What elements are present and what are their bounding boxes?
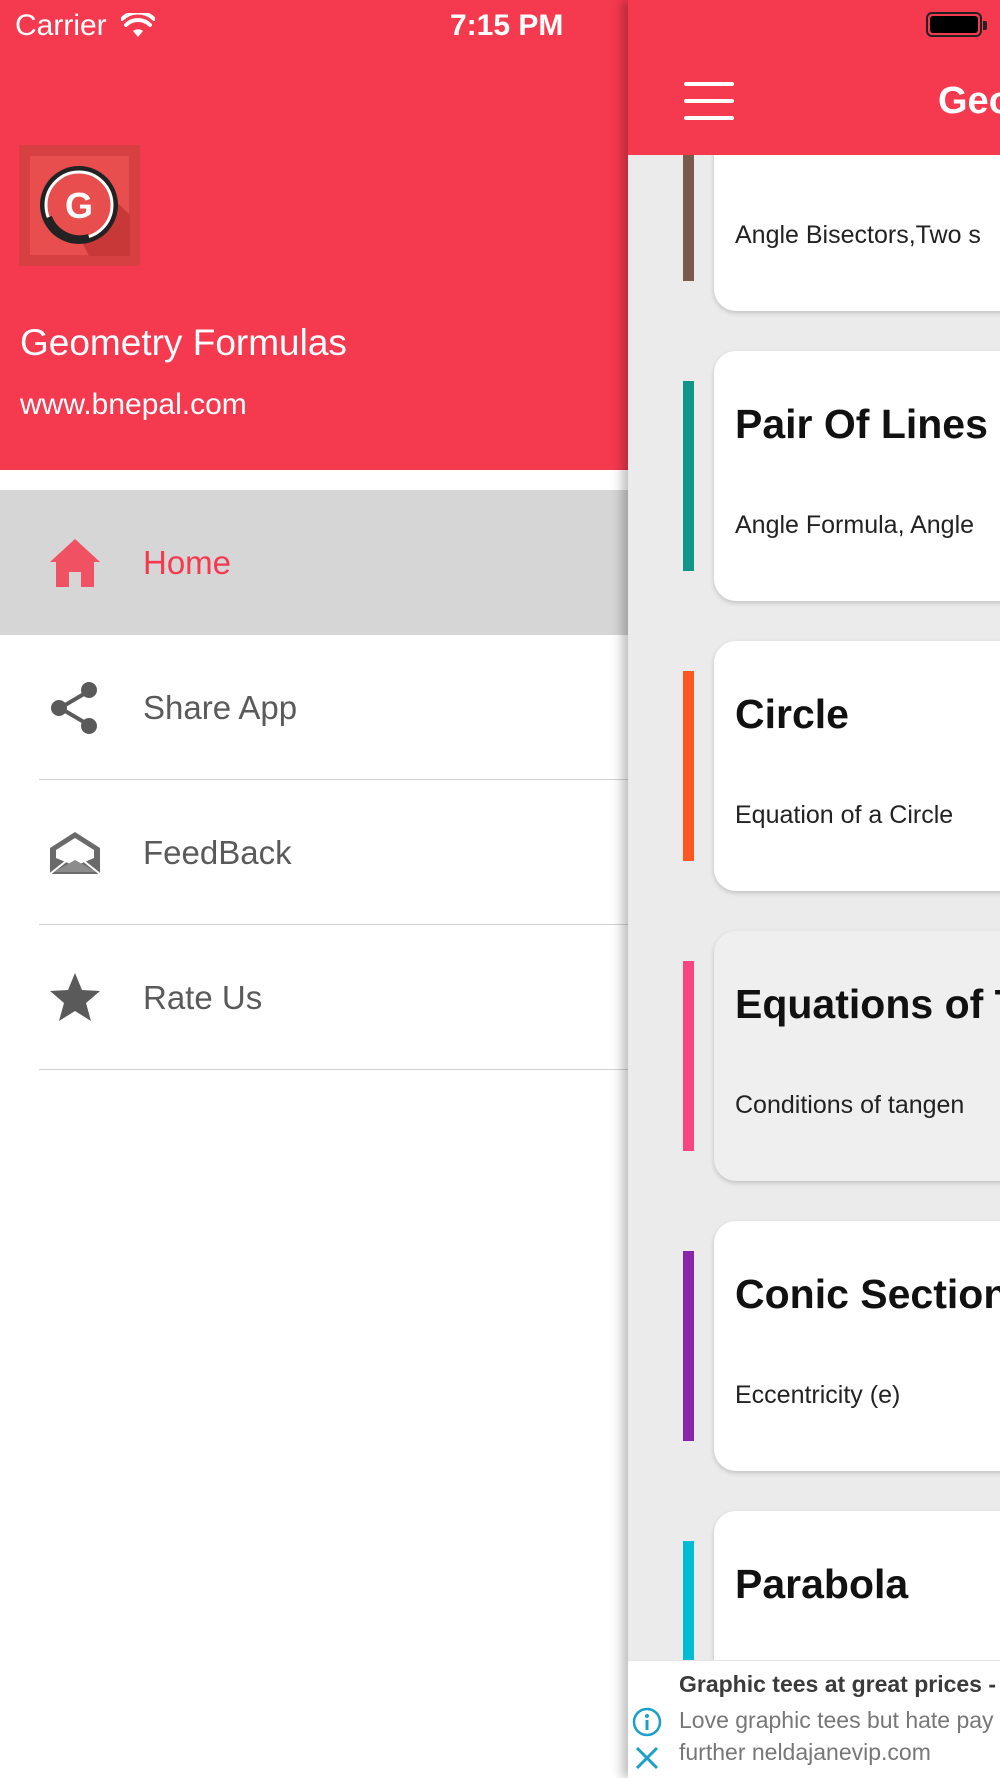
topic-title: Equations of T [735, 981, 1000, 1027]
topic-accent-bar [683, 1251, 694, 1441]
home-icon [50, 538, 100, 587]
drawer-item-label: Rate Us [143, 978, 263, 1016]
topic-card[interactable]: Equations of T Conditions of tangen [714, 931, 1000, 1181]
drawer-item-label: Share App [143, 688, 298, 726]
hamburger-menu-icon[interactable] [684, 82, 734, 120]
star-icon [50, 972, 100, 1021]
drawer-item-home[interactable]: Home [0, 490, 628, 635]
ad-close-icon[interactable] [634, 1745, 660, 1771]
topic-title: Pair Of Lines [735, 401, 988, 447]
ad-title[interactable]: Graphic tees at great prices - I [679, 1671, 1000, 1698]
envelope-open-icon [49, 831, 101, 875]
app-logo: G [19, 145, 140, 266]
topic-accent-bar [683, 961, 694, 1151]
share-icon [51, 681, 97, 734]
topic-title: Conic Section [735, 1271, 1000, 1317]
topic-subtitle: Angle Bisectors,Two s [735, 221, 981, 249]
main-content-panel[interactable]: Geo Angle Bisectors,Two s Pair Of Lines … [628, 0, 1000, 1778]
topic-row[interactable]: Equations of T Conditions of tangen [628, 931, 1000, 1181]
navigation-bar: Geo [628, 0, 1000, 155]
drawer-item-label: FeedBack [143, 833, 292, 871]
topic-card[interactable]: Circle Equation of a Circle [714, 641, 1000, 891]
topic-title: Circle [735, 691, 849, 737]
ad-body-line: further neldajanevip.com [679, 1739, 931, 1765]
nav-title: Geo [938, 80, 1000, 122]
topic-subtitle: Eccentricity (e) [735, 1381, 901, 1409]
carrier-label: Carrier [15, 9, 107, 42]
drawer-menu: Home Share App FeedBack Rate Us [0, 490, 628, 1070]
wifi-icon [120, 13, 155, 37]
topic-row[interactable]: Circle Equation of a Circle [628, 641, 1000, 891]
drawer-item-rate-us[interactable]: Rate Us [0, 925, 628, 1070]
ad-body-line: Love graphic tees but hate pay [679, 1707, 994, 1733]
status-time: 7:15 PM [450, 9, 564, 42]
status-bar-left: Carrier [15, 8, 155, 44]
divider [39, 1069, 628, 1070]
ad-info-icon[interactable] [632, 1707, 662, 1737]
navigation-drawer: Carrier 7:15 PM G Geometry Formulas www.… [0, 0, 628, 1778]
topic-subtitle: Angle Formula, Angle [735, 511, 975, 539]
topic-accent-bar [683, 381, 694, 571]
topic-row[interactable]: Pair Of Lines Angle Formula, Angle [628, 351, 1000, 601]
drawer-header: Carrier 7:15 PM G Geometry Formulas www.… [0, 0, 628, 470]
drawer-website: www.bnepal.com [20, 388, 247, 421]
topic-card[interactable]: Pair Of Lines Angle Formula, Angle [714, 351, 1000, 601]
topic-subtitle: Conditions of tangen [735, 1091, 965, 1119]
ad-banner[interactable]: Graphic tees at great prices - I Love gr… [628, 1660, 1000, 1778]
drawer-item-share-app[interactable]: Share App [0, 635, 628, 780]
drawer-app-title: Geometry Formulas [20, 322, 347, 363]
topic-card[interactable]: Conic Section Eccentricity (e) [714, 1221, 1000, 1471]
battery-icon [926, 12, 987, 37]
topic-subtitle: Equation of a Circle [735, 801, 954, 829]
topic-accent-bar [683, 671, 694, 861]
topic-title: Parabola [735, 1561, 909, 1607]
logo-g-icon: G [40, 166, 130, 256]
drawer-item-label: Home [143, 543, 232, 581]
svg-text:G: G [65, 185, 93, 226]
drawer-item-feedback[interactable]: FeedBack [0, 780, 628, 925]
topic-row[interactable]: Conic Section Eccentricity (e) [628, 1221, 1000, 1471]
